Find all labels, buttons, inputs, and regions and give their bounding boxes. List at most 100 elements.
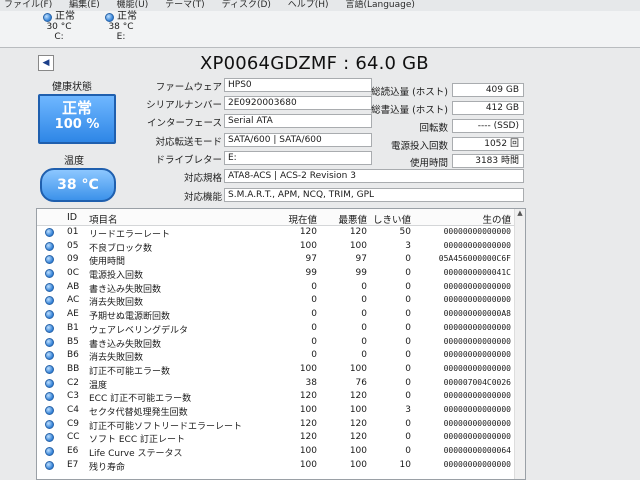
table-row[interactable]: AC 消去失敗回数 0 0 0 00000000000000 xyxy=(37,294,525,308)
table-row[interactable]: C9 訂正不可能ソフトリードエラーレート 120 120 0 00000000000000 xyxy=(37,418,525,432)
previous-drive-button[interactable]: ◀ xyxy=(38,55,54,71)
status-dot-icon xyxy=(45,241,54,254)
menu-help[interactable]: ヘルプ(H) xyxy=(288,0,329,10)
current-value: 100 xyxy=(299,404,317,415)
col-id[interactable]: ID xyxy=(67,212,77,223)
menu-edit[interactable]: 編集(E) xyxy=(69,0,100,10)
table-row[interactable]: E7 残り寿命 100 100 10 00000000000000 xyxy=(37,459,525,473)
attribute-id: 01 xyxy=(67,227,79,237)
current-value: 0 xyxy=(311,350,317,361)
table-row[interactable]: C3 ECC 訂正不可能エラー数 120 120 0 00000000000000 xyxy=(37,390,525,404)
smart-table: ID 項目名 現在値 最悪値 しきい値 生の値 01 リードエラーレート 120 12… xyxy=(36,208,526,480)
menu-theme[interactable]: テーマ(T) xyxy=(165,0,205,10)
raw-value: 00000000000000 xyxy=(443,432,511,442)
col-threshold[interactable]: しきい値 xyxy=(371,212,411,226)
current-value: 100 xyxy=(299,459,317,470)
scroll-up-icon[interactable]: ▲ xyxy=(515,209,525,221)
menu-function[interactable]: 機能(U) xyxy=(117,0,149,10)
current-value: 0 xyxy=(311,336,317,347)
threshold-value: 0 xyxy=(405,336,411,347)
drive-status: 正常 xyxy=(55,11,75,22)
table-row[interactable]: BB 訂正不可能エラー数 100 100 0 00000000000000 xyxy=(37,363,525,377)
current-value: 100 xyxy=(299,240,317,251)
worst-value: 120 xyxy=(349,391,367,402)
worst-value: 0 xyxy=(361,336,367,347)
total-reads-label: 総読込量 (ホスト) xyxy=(371,87,448,98)
attribute-name: 訂正不可能ソフトリードエラーレート xyxy=(89,421,243,432)
table-row[interactable]: C2 温度 38 76 0 000007004C0026 xyxy=(37,377,525,391)
table-row[interactable]: 0C 電源投入回数 99 99 0 0000000000041C xyxy=(37,267,525,281)
drive-letter: E: xyxy=(116,32,126,42)
status-dot-icon xyxy=(105,12,114,22)
raw-value: 00000000000000 xyxy=(443,363,511,373)
col-current[interactable]: 現在値 xyxy=(275,212,317,226)
table-row[interactable]: AB 書き込み失敗回数 0 0 0 00000000000000 xyxy=(37,281,525,295)
raw-value: 05A456000000C6F xyxy=(438,254,511,264)
status-dot-icon xyxy=(45,269,54,281)
table-row[interactable]: B6 消去失敗回数 0 0 0 00000000000000 xyxy=(37,349,525,363)
table-row[interactable]: CC ソフト ECC 訂正レート 120 120 0 00000000000000 xyxy=(37,431,525,445)
attribute-id: 0C xyxy=(67,268,80,279)
attribute-id: 09 xyxy=(67,254,79,265)
drive-letter-value: E: xyxy=(224,151,372,165)
menu-file[interactable]: ファイル(F) xyxy=(4,0,52,10)
col-name[interactable]: 項目名 xyxy=(89,212,118,226)
table-row[interactable]: AE 予期せぬ電源断回数 0 0 0 000000000000A8 xyxy=(37,308,525,322)
current-value: 0 xyxy=(311,322,317,333)
serial-label: シリアルナンバー xyxy=(146,100,222,111)
raw-value: 00000000000000 xyxy=(443,227,511,236)
menu-disk[interactable]: ディスク(D) xyxy=(222,0,271,10)
drive-button-e[interactable]: 正常 38 °C E: xyxy=(92,12,150,46)
smart-table-body: 01 リードエラーレート 120 120 50 00000000000000 05 不良ブロッ… xyxy=(37,226,525,473)
table-row[interactable]: E6 Life Curve ステータス 100 100 0 00000000000064 xyxy=(37,445,525,459)
power-on-count-value: 1052 回 xyxy=(452,137,524,151)
attribute-name: 不良ブロック数 xyxy=(89,243,153,254)
table-row[interactable]: 05 不良ブロック数 100 100 3 00000000000000 xyxy=(37,240,525,254)
attribute-name: リードエラーレート xyxy=(89,230,171,240)
total-writes-label: 総書込量 (ホスト) xyxy=(371,105,448,116)
threshold-value: 0 xyxy=(405,254,411,265)
status-dot-icon xyxy=(45,447,54,459)
status-dot-icon xyxy=(45,433,54,445)
current-value: 100 xyxy=(299,363,317,374)
attribute-name: 残り寿命 xyxy=(89,462,126,473)
drive-button-c[interactable]: 正常 30 °C C: xyxy=(30,12,88,46)
status-dot-icon xyxy=(45,392,54,404)
menu-language[interactable]: 言語(Language) xyxy=(345,0,414,10)
col-raw[interactable]: 生の値 xyxy=(423,212,511,226)
temperature-badge[interactable]: 38 °C xyxy=(40,168,116,202)
attribute-name: 書き込み失敗回数 xyxy=(89,339,162,350)
attribute-id: B6 xyxy=(67,350,79,361)
attribute-name: 消去失敗回数 xyxy=(89,353,144,364)
attribute-name: 書き込み失敗回数 xyxy=(89,284,162,295)
status-dot-icon xyxy=(45,323,54,336)
drive-letter: C: xyxy=(54,32,64,42)
table-row[interactable]: 09 使用時間 97 97 0 05A456000000C6F xyxy=(37,253,525,267)
table-row[interactable]: B1 ウェアレベリングデルタ 0 0 0 00000000000000 xyxy=(37,322,525,336)
standard-label: 対応規格 xyxy=(183,173,222,184)
worst-value: 100 xyxy=(349,446,367,456)
threshold-value: 0 xyxy=(405,377,411,388)
raw-value: 00000000000000 xyxy=(443,336,511,346)
health-status-badge[interactable]: 正常 100 % xyxy=(38,94,116,144)
attribute-name: 温度 xyxy=(89,380,108,391)
threshold-value: 0 xyxy=(405,268,411,279)
table-row[interactable]: 01 リードエラーレート 120 120 50 00000000000000 xyxy=(37,226,525,240)
col-worst[interactable]: 最悪値 xyxy=(325,212,367,226)
current-value: 97 xyxy=(305,254,317,265)
standard-value: ATA8-ACS | ACS-2 Revision 3 xyxy=(224,169,524,183)
status-dot-icon xyxy=(45,378,54,391)
table-row[interactable]: B5 書き込み失敗回数 0 0 0 00000000000000 xyxy=(37,336,525,350)
worst-value: 0 xyxy=(361,295,367,306)
worst-value: 120 xyxy=(349,418,367,429)
worst-value: 0 xyxy=(361,309,367,320)
current-value: 0 xyxy=(311,281,317,292)
status-dot-icon xyxy=(45,460,54,473)
attribute-id: E6 xyxy=(67,446,79,456)
table-row[interactable]: C4 セクタ代替処理発生回数 100 100 3 00000000000000 xyxy=(37,404,525,418)
power-on-hours-value: 3183 時間 xyxy=(452,154,524,168)
worst-value: 120 xyxy=(349,227,367,237)
threshold-value: 0 xyxy=(405,446,411,456)
transfer-mode-label: 対応転送モード xyxy=(155,137,222,148)
table-scrollbar[interactable]: ▲ xyxy=(514,209,525,479)
